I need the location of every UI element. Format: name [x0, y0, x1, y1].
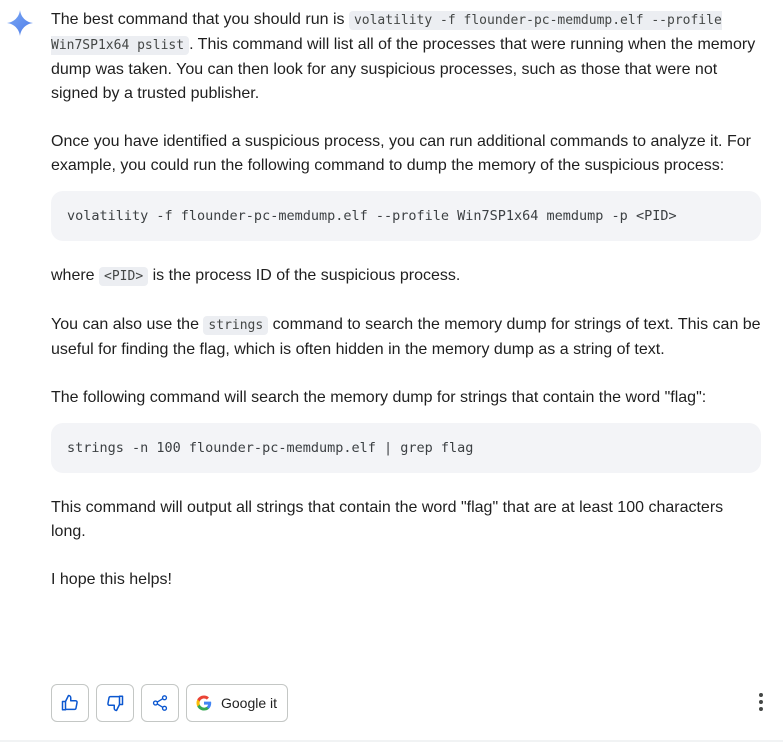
share-button[interactable] [141, 684, 179, 722]
paragraph-pid: where <PID> is the process ID of the sus… [51, 267, 461, 286]
paragraph-output: This command will output all strings tha… [51, 499, 724, 540]
inline-code-strings: strings [203, 316, 269, 335]
code-block-memdump[interactable]: volatility -f flounder-pc-memdump.elf --… [51, 191, 761, 241]
paragraph-strings: You can also use the strings command to … [51, 316, 761, 358]
share-icon [152, 695, 168, 711]
chat-response: The best command that you should run is … [0, 0, 783, 742]
response-actions: Google it [51, 683, 289, 723]
paragraph-closing: I hope this helps! [51, 571, 172, 588]
more-vertical-icon [759, 693, 763, 697]
paragraph-search: The following command will search the me… [51, 389, 707, 406]
paragraph-intro: The best command that you should run is … [51, 11, 756, 102]
thumbs-up-icon [61, 694, 78, 711]
thumbs-down-button[interactable] [96, 684, 134, 722]
paragraph-analyze: Once you have identified a suspicious pr… [51, 133, 751, 174]
response-body: The best command that you should run is … [51, 8, 761, 592]
sparkle-icon [7, 10, 33, 36]
google-it-label: Google it [221, 695, 278, 711]
thumbs-up-button[interactable] [51, 684, 89, 722]
google-it-button[interactable]: Google it [186, 684, 289, 722]
thumbs-down-icon [107, 695, 124, 712]
inline-code-pid: <PID> [99, 267, 149, 286]
google-logo-icon [196, 695, 212, 711]
more-options-button[interactable] [757, 690, 765, 714]
code-block-strings[interactable]: strings -n 100 flounder-pc-memdump.elf |… [51, 423, 761, 473]
